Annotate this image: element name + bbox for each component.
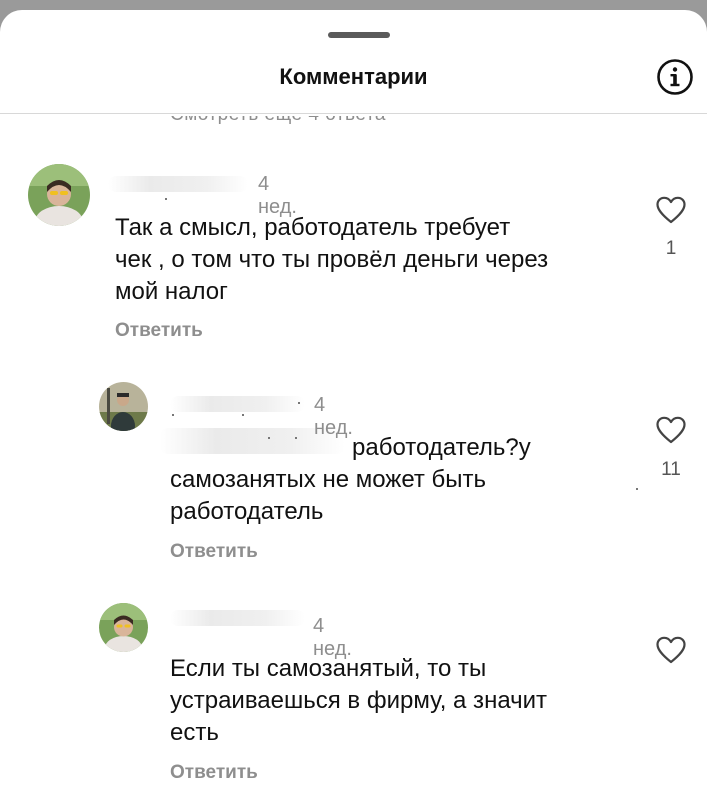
- heart-icon[interactable]: [656, 636, 686, 664]
- avatar[interactable]: [28, 164, 90, 226]
- redaction-speck: [172, 414, 174, 416]
- comment-text-line: мой налог: [115, 278, 228, 305]
- comment-text-line: работодатель?у: [352, 434, 531, 461]
- username-redacted[interactable]: [170, 396, 305, 412]
- comment-text-line: самозанятых не может быть: [170, 466, 487, 493]
- comment-text-line: чек , о том что ты провёл деньги через: [115, 246, 549, 273]
- reply-button[interactable]: Ответить: [170, 762, 258, 784]
- reply-button[interactable]: Ответить: [170, 541, 258, 563]
- avatar[interactable]: [99, 603, 148, 652]
- redaction-speck: [242, 414, 244, 416]
- header-divider: [0, 113, 707, 114]
- reply-button[interactable]: Ответить: [115, 320, 203, 342]
- comment-text: Если ты самозанятый, то ты устраиваешься…: [170, 653, 630, 749]
- comment-text-line: Так а смысл, работодатель требует: [115, 214, 511, 241]
- comment-text-line: устраиваешься в фирму, а значит: [170, 687, 548, 714]
- comment-text-line: Если ты самозанятый, то ты: [170, 655, 487, 682]
- info-icon[interactable]: [656, 58, 694, 96]
- sheet-grabber[interactable]: [328, 32, 390, 38]
- comment-text-line: работодатель: [170, 498, 324, 525]
- username-redacted[interactable]: [170, 610, 305, 626]
- like-count: 1: [665, 238, 677, 259]
- redaction-speck: [298, 402, 300, 404]
- like-count: 11: [661, 459, 681, 480]
- redaction-speck: [636, 488, 638, 490]
- comments-sheet: Комментарии Смотреть еще 4 ответа 4 нед.…: [0, 10, 707, 805]
- view-more-replies-link[interactable]: Смотреть еще 4 ответа: [170, 116, 386, 126]
- redaction-speck: [165, 198, 167, 200]
- heart-icon[interactable]: [656, 196, 686, 224]
- comment-text: работодатель?у самозанятых не может быть…: [170, 432, 630, 528]
- heart-icon[interactable]: [656, 416, 686, 444]
- comment-text: Так а смысл, работодатель требует чек , …: [115, 212, 635, 308]
- username-redacted[interactable]: [108, 176, 248, 192]
- avatar[interactable]: [99, 382, 148, 431]
- page-title: Комментарии: [279, 64, 428, 89]
- comment-text-line: есть: [170, 719, 219, 746]
